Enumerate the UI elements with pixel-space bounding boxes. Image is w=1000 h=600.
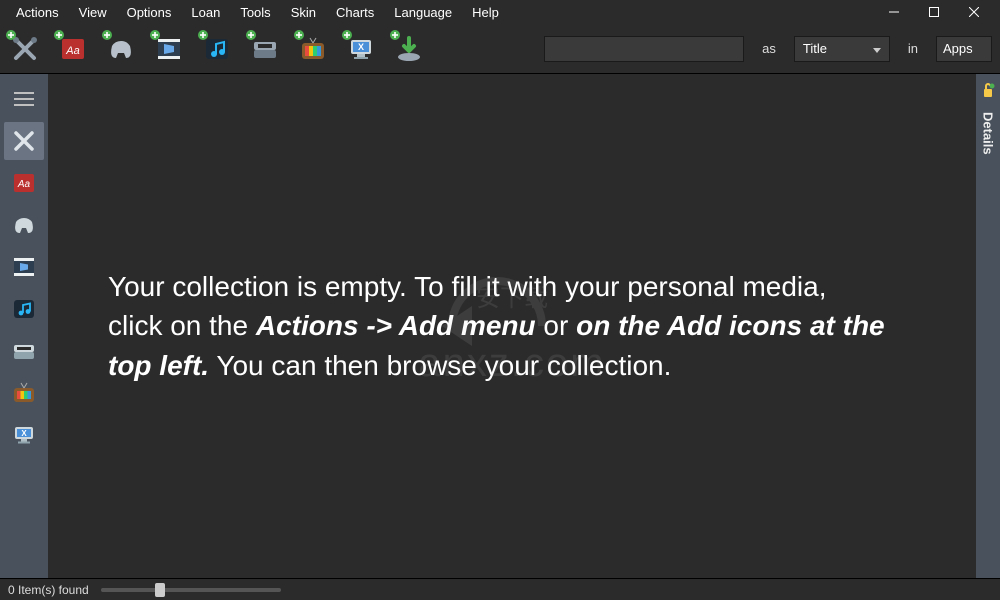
body: Aa X 安下载 anxz.com [0, 74, 1000, 578]
as-label: as [758, 41, 780, 56]
sidebar-book[interactable]: Aa [4, 164, 44, 202]
statusbar: 0 Item(s) found [0, 578, 1000, 600]
add-handheld-button[interactable] [248, 32, 282, 66]
plus-icon [5, 29, 17, 41]
plus-icon [53, 29, 65, 41]
menu-view[interactable]: View [69, 2, 117, 23]
chevron-down-icon [873, 41, 881, 56]
empty-message: Your collection is empty. To fill it wit… [48, 267, 948, 385]
maximize-button[interactable] [914, 0, 954, 24]
toolbar: Aa X as Title in Apps [0, 24, 1000, 74]
field-dropdown-value: Title [803, 41, 827, 56]
add-music-button[interactable] [200, 32, 234, 66]
mac-icon: X [11, 422, 37, 448]
video-icon [11, 254, 37, 280]
plus-icon [149, 29, 161, 41]
menu-loan[interactable]: Loan [181, 2, 230, 23]
menu-charts[interactable]: Charts [326, 2, 384, 23]
plus-icon [341, 29, 353, 41]
sidebar-music[interactable] [4, 290, 44, 328]
details-panel-tab[interactable]: Details [976, 74, 1000, 578]
svg-text:Aa: Aa [65, 45, 79, 57]
minimize-button[interactable] [874, 0, 914, 24]
in-scope-value: Apps [943, 41, 973, 56]
plus-icon [293, 29, 305, 41]
sidebar-game[interactable] [4, 206, 44, 244]
content-area: 安下载 anxz.com Your collection is empty. T… [48, 74, 976, 578]
svg-text:X: X [21, 429, 27, 438]
add-tools-button[interactable] [8, 32, 42, 66]
plus-icon [197, 29, 209, 41]
window-controls [874, 0, 994, 24]
add-mac-button[interactable]: X [344, 32, 378, 66]
msg-em-1: Actions -> Add menu [256, 310, 536, 341]
add-game-button[interactable] [104, 32, 138, 66]
sidebar-mac[interactable]: X [4, 416, 44, 454]
add-book-button[interactable]: Aa [56, 32, 90, 66]
sidebar: Aa X [0, 74, 48, 578]
msg-text-2: or [536, 310, 576, 341]
sidebar-tv[interactable] [4, 374, 44, 412]
close-button[interactable] [954, 0, 994, 24]
hamburger-button[interactable] [4, 80, 44, 118]
menubar: Actions View Options Loan Tools Skin Cha… [0, 0, 1000, 24]
zoom-slider[interactable] [101, 588, 281, 592]
field-dropdown[interactable]: Title [794, 36, 890, 62]
menu-skin[interactable]: Skin [281, 2, 326, 23]
msg-text-3: You can then browse your collection. [209, 350, 671, 381]
menu-language[interactable]: Language [384, 2, 462, 23]
tv-icon [11, 380, 37, 406]
sidebar-tools[interactable] [4, 122, 44, 160]
in-label: in [904, 41, 922, 56]
menu-help[interactable]: Help [462, 2, 509, 23]
add-download-button[interactable] [392, 32, 426, 66]
book-icon: Aa [11, 170, 37, 196]
add-video-button[interactable] [152, 32, 186, 66]
plus-icon [389, 29, 401, 41]
menu-actions[interactable]: Actions [6, 2, 69, 23]
zoom-slider-thumb[interactable] [155, 583, 165, 597]
tools-icon [11, 128, 37, 154]
pin-icon[interactable] [981, 80, 995, 108]
hamburger-icon [14, 92, 34, 106]
add-tv-button[interactable] [296, 32, 330, 66]
in-scope-box[interactable]: Apps [936, 36, 992, 62]
svg-text:X: X [358, 42, 364, 52]
sidebar-video[interactable] [4, 248, 44, 286]
svg-text:Aa: Aa [17, 179, 31, 190]
music-icon [11, 296, 37, 322]
sidebar-handheld[interactable] [4, 332, 44, 370]
items-found-label: 0 Item(s) found [8, 583, 89, 597]
details-tab-label: Details [981, 112, 996, 155]
handheld-icon [11, 338, 37, 364]
menu-tools[interactable]: Tools [230, 2, 280, 23]
plus-icon [101, 29, 113, 41]
plus-icon [245, 29, 257, 41]
game-icon [11, 212, 37, 238]
search-input[interactable] [544, 36, 744, 62]
menu-options[interactable]: Options [117, 2, 182, 23]
